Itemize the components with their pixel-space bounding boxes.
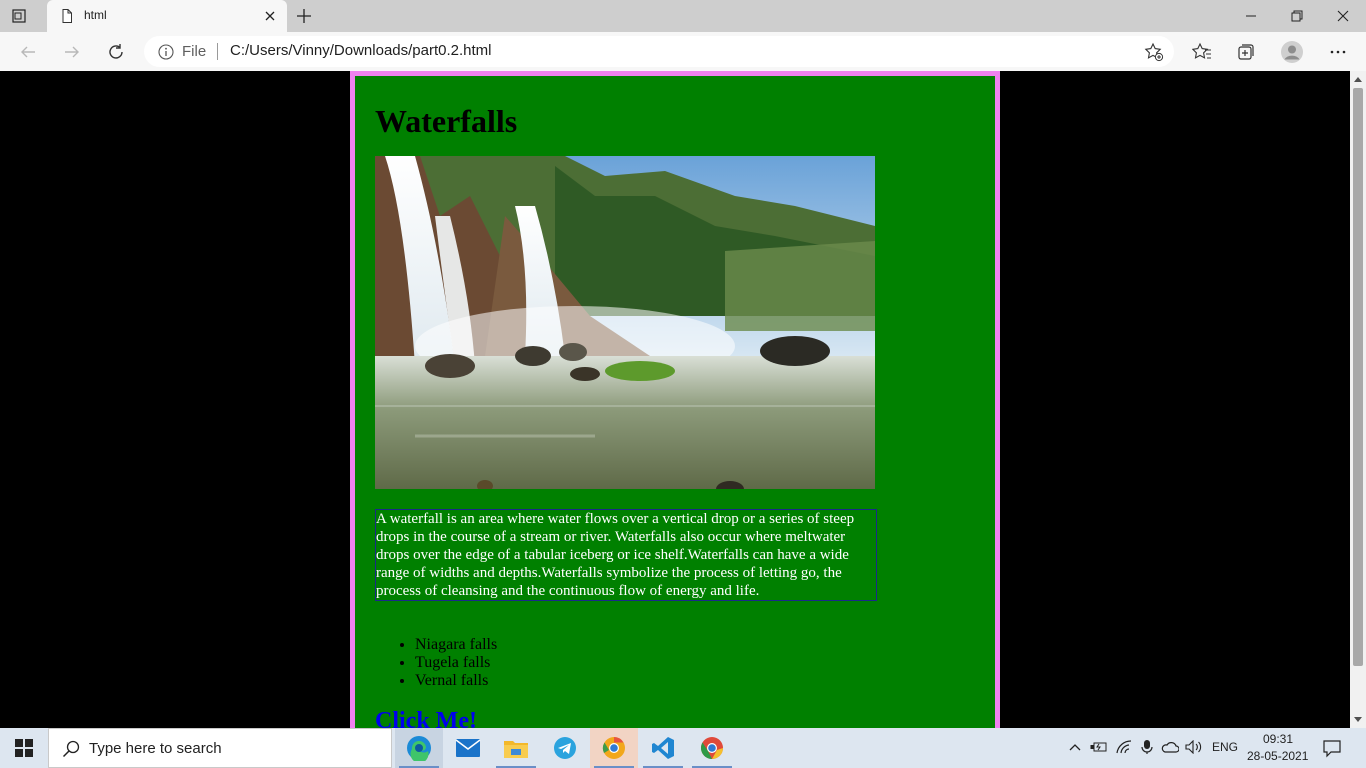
- restore-button[interactable]: [1274, 0, 1320, 32]
- clock-time[interactable]: 09:31: [1263, 732, 1293, 746]
- collections-icon[interactable]: [1234, 40, 1258, 64]
- list-item: Vernal falls: [415, 672, 497, 690]
- taskbar-search[interactable]: Type here to search: [48, 728, 392, 768]
- waterfall-image: [375, 156, 875, 489]
- input-language[interactable]: ENG: [1212, 740, 1238, 754]
- show-hidden-icons-icon[interactable]: [1066, 738, 1084, 756]
- favorites-icon[interactable]: [1190, 40, 1214, 64]
- refresh-button[interactable]: [104, 40, 128, 64]
- back-button[interactable]: [16, 40, 40, 64]
- falls-list: Niagara falls Tugela falls Vernal falls: [375, 636, 497, 690]
- telegram-icon[interactable]: [541, 728, 589, 768]
- taskbar: Type here to search ENG 09:31 28-05-2021: [0, 728, 1366, 768]
- search-icon: [62, 740, 80, 758]
- chrome-icon[interactable]: [688, 728, 736, 768]
- notification-icon[interactable]: [1322, 738, 1342, 758]
- edge-icon[interactable]: [395, 728, 443, 768]
- scroll-up-icon[interactable]: [1350, 71, 1366, 87]
- file-explorer-icon[interactable]: [492, 728, 540, 768]
- browser-tab[interactable]: html: [47, 0, 287, 32]
- new-tab-button[interactable]: [294, 6, 314, 26]
- search-placeholder: Type here to search: [89, 740, 222, 757]
- description-paragraph: A waterfall is an area where water flows…: [375, 509, 877, 601]
- add-favorite-icon[interactable]: [1144, 42, 1164, 62]
- forward-button[interactable]: [60, 40, 84, 64]
- more-options-icon[interactable]: [1326, 40, 1350, 64]
- windows-start-icon[interactable]: [0, 728, 48, 768]
- list-item: Niagara falls: [415, 636, 497, 654]
- profile-avatar[interactable]: [1280, 40, 1304, 64]
- tab-title: html: [84, 8, 107, 22]
- info-icon[interactable]: [158, 44, 174, 60]
- page-viewport: Waterfalls A waterfall is an area where …: [0, 71, 1350, 728]
- close-tab-icon[interactable]: [261, 7, 279, 25]
- click-me-link[interactable]: Click Me!: [375, 708, 477, 728]
- scheme-label: File: [182, 43, 207, 60]
- page-scrollbar[interactable]: [1350, 71, 1366, 728]
- close-window-button[interactable]: [1320, 0, 1366, 32]
- page-icon: [59, 8, 75, 24]
- network-icon[interactable]: [1115, 738, 1133, 756]
- battery-icon[interactable]: [1090, 738, 1108, 756]
- scroll-thumb[interactable]: [1353, 88, 1363, 666]
- address-separator: [217, 43, 218, 60]
- vscode-icon[interactable]: [639, 728, 687, 768]
- tab-strip: html: [0, 0, 1366, 32]
- clock-date[interactable]: 28-05-2021: [1247, 749, 1308, 763]
- page-title: Waterfalls: [375, 103, 518, 139]
- mail-icon[interactable]: [444, 728, 492, 768]
- browser-toolbar: File C:/Users/Vinny/Downloads/part0.2.ht…: [0, 32, 1366, 72]
- content-box: Waterfalls A waterfall is an area where …: [350, 71, 1000, 728]
- chrome-canary-icon[interactable]: [590, 728, 638, 768]
- list-item: Tugela falls: [415, 654, 497, 672]
- tab-actions-icon[interactable]: [10, 7, 28, 25]
- volume-icon[interactable]: [1185, 738, 1203, 756]
- onedrive-icon[interactable]: [1161, 738, 1179, 756]
- url-text[interactable]: C:/Users/Vinny/Downloads/part0.2.html: [230, 42, 492, 59]
- minimize-button[interactable]: [1228, 0, 1274, 32]
- address-bar[interactable]: File C:/Users/Vinny/Downloads/part0.2.ht…: [144, 36, 1174, 67]
- microphone-icon[interactable]: [1138, 738, 1156, 756]
- scroll-down-icon[interactable]: [1350, 712, 1366, 728]
